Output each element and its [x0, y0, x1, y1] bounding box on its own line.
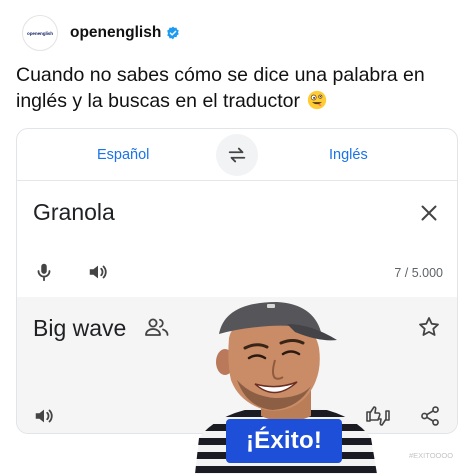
share-icon[interactable] [419, 405, 441, 427]
speaker-icon[interactable] [33, 405, 55, 427]
caption-text: Cuando no sabes cómo se dice una palabra… [16, 64, 425, 112]
post-header: openenglish openenglish [22, 14, 180, 52]
people-icon[interactable] [144, 316, 170, 338]
post-caption: Cuando no sabes cómo se dice una palabra… [16, 62, 466, 114]
target-language-button[interactable]: Inglés [329, 147, 368, 163]
openenglish-logo: openenglish [26, 19, 54, 47]
hashtag-watermark: #EXITOOOO [409, 451, 454, 460]
verified-badge-icon [167, 26, 180, 40]
character-count: 7 / 5.000 [394, 266, 443, 280]
swap-icon [228, 147, 246, 163]
username[interactable]: openenglish [70, 24, 161, 42]
zany-face-emoji-icon [308, 90, 327, 110]
translated-text: Big wave [33, 315, 127, 341]
exito-sticker: ¡Éxito! [226, 419, 342, 463]
language-bar: Español Inglés [17, 129, 457, 181]
source-language-button[interactable]: Español [97, 147, 149, 163]
microphone-icon[interactable] [33, 261, 55, 283]
star-icon[interactable] [417, 315, 441, 339]
avatar[interactable]: openenglish [22, 15, 58, 51]
source-text-input[interactable]: Granola [33, 199, 115, 226]
clear-icon[interactable] [417, 201, 441, 225]
exito-label: ¡Éxito! [245, 427, 323, 454]
swap-languages-button[interactable] [216, 134, 258, 176]
speaker-icon[interactable] [87, 261, 109, 283]
